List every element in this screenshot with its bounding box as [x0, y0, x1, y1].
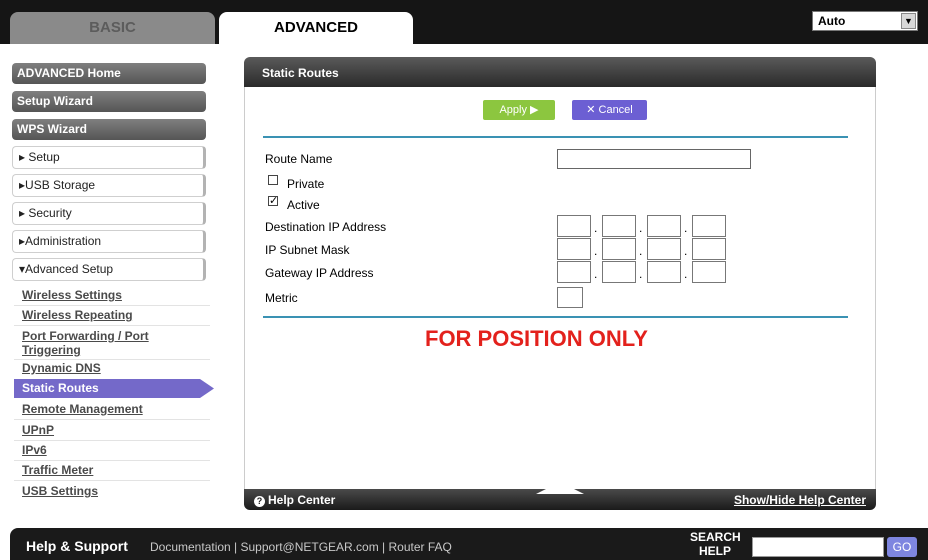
ip-dot: .	[639, 221, 643, 235]
nav-wps-wizard[interactable]: WPS Wizard	[12, 119, 206, 140]
ip-dot: .	[639, 267, 643, 281]
nav-usb-storage[interactable]: ▸USB Storage	[12, 174, 206, 197]
sidebar-item-port-forwarding[interactable]: Port Forwarding / Port	[22, 329, 149, 343]
help-support-title: Help & Support	[26, 538, 128, 554]
search-input[interactable]	[752, 537, 884, 557]
destination-ip-octet-3[interactable]	[647, 215, 681, 237]
private-checkbox[interactable]	[268, 175, 278, 185]
gateway-ip-label: Gateway IP Address	[265, 266, 374, 280]
help-support-bar: Help & Support Documentation | Support@N…	[10, 528, 928, 560]
nav-advanced-home[interactable]: ADVANCED Home	[12, 63, 206, 84]
language-select[interactable]: Auto ▼	[812, 11, 918, 31]
metric-label: Metric	[265, 291, 298, 305]
destination-ip-octet-4[interactable]	[692, 215, 726, 237]
nav-administration[interactable]: ▸Administration	[12, 230, 206, 253]
panel-header: Static Routes	[244, 57, 876, 87]
divider	[14, 359, 210, 360]
destination-ip-octet-1[interactable]	[557, 215, 591, 237]
ip-dot: .	[594, 221, 598, 235]
divider	[14, 325, 210, 326]
show-hide-help-center-link[interactable]: Show/Hide Help Center	[734, 493, 866, 507]
destination-ip-label: Destination IP Address	[265, 220, 387, 234]
subnet-mask-octet-1[interactable]	[557, 238, 591, 260]
top-bar: BASIC ADVANCED Auto ▼	[0, 0, 928, 44]
expand-arrow-icon[interactable]	[536, 482, 584, 494]
divider	[14, 440, 210, 441]
nav-security[interactable]: ▸ Security	[12, 202, 206, 225]
ip-dot: .	[684, 221, 688, 235]
gateway-ip-octet-4[interactable]	[692, 261, 726, 283]
gateway-ip-octet-2[interactable]	[602, 261, 636, 283]
sidebar-item-dynamic-dns[interactable]: Dynamic DNS	[22, 361, 101, 375]
divider	[263, 316, 848, 318]
nav-setup-wizard[interactable]: Setup Wizard	[12, 91, 206, 112]
subnet-mask-octet-2[interactable]	[602, 238, 636, 260]
metric-input[interactable]	[557, 287, 583, 308]
private-label: Private	[287, 177, 325, 191]
nav-setup[interactable]: ▸ Setup	[12, 146, 206, 169]
ip-dot: .	[684, 267, 688, 281]
ip-dot: .	[594, 244, 598, 258]
cancel-button[interactable]: ✕ Cancel	[572, 100, 647, 120]
go-button[interactable]: GO	[887, 537, 917, 557]
tab-advanced[interactable]: ADVANCED	[219, 12, 413, 44]
sidebar-item-wireless-settings[interactable]: Wireless Settings	[22, 288, 122, 302]
language-select-value: Auto	[818, 14, 846, 28]
route-name-label: Route Name	[265, 152, 333, 166]
sidebar-item-wireless-repeating[interactable]: Wireless Repeating	[22, 308, 133, 322]
active-label: Active	[287, 198, 320, 212]
help-center-bar: ? Help Center Show/Hide Help Center	[244, 482, 876, 510]
divider	[14, 419, 210, 420]
sidebar-item-traffic-meter[interactable]: Traffic Meter	[22, 463, 93, 477]
help-center-link[interactable]: ? Help Center	[254, 493, 335, 507]
sidebar-item-usb-settings[interactable]: USB Settings	[22, 484, 98, 498]
gateway-ip-octet-1[interactable]	[557, 261, 591, 283]
help-center-label: Help Center	[268, 493, 336, 507]
subnet-mask-octet-4[interactable]	[692, 238, 726, 260]
subnet-mask-octet-3[interactable]	[647, 238, 681, 260]
chevron-down-icon[interactable]: ▼	[901, 13, 916, 29]
ip-dot: .	[594, 267, 598, 281]
apply-button[interactable]: Apply ▶	[483, 100, 555, 120]
divider	[14, 480, 210, 481]
gateway-ip-octet-3[interactable]	[647, 261, 681, 283]
page-title: Static Routes	[262, 66, 339, 80]
sidebar-item-remote-management[interactable]: Remote Management	[22, 402, 143, 416]
tab-basic[interactable]: BASIC	[10, 12, 215, 44]
sidebar-item-upnp[interactable]: UPnP	[22, 423, 54, 437]
sidebar-item-static-routes[interactable]: Static Routes	[14, 379, 214, 398]
divider	[14, 460, 210, 461]
search-help-label: SEARCH HELP	[690, 530, 741, 558]
sidebar-item-label: Static Routes	[22, 381, 99, 395]
sidebar-item-port-triggering[interactable]: Triggering	[22, 343, 81, 357]
help-icon: ?	[254, 496, 265, 507]
help-support-links[interactable]: Documentation | Support@NETGEAR.com | Ro…	[150, 540, 452, 554]
nav-advanced-setup[interactable]: ▾Advanced Setup	[12, 258, 206, 281]
divider	[263, 136, 848, 138]
active-checkbox[interactable]: ✓	[268, 196, 278, 207]
ip-dot: .	[684, 244, 688, 258]
subnet-mask-label: IP Subnet Mask	[265, 243, 350, 257]
sidebar-item-ipv6[interactable]: IPv6	[22, 443, 47, 457]
ip-dot: .	[639, 244, 643, 258]
for-position-only-text: FOR POSITION ONLY	[425, 326, 648, 351]
divider	[14, 305, 210, 306]
route-name-input[interactable]	[557, 149, 751, 169]
destination-ip-octet-2[interactable]	[602, 215, 636, 237]
